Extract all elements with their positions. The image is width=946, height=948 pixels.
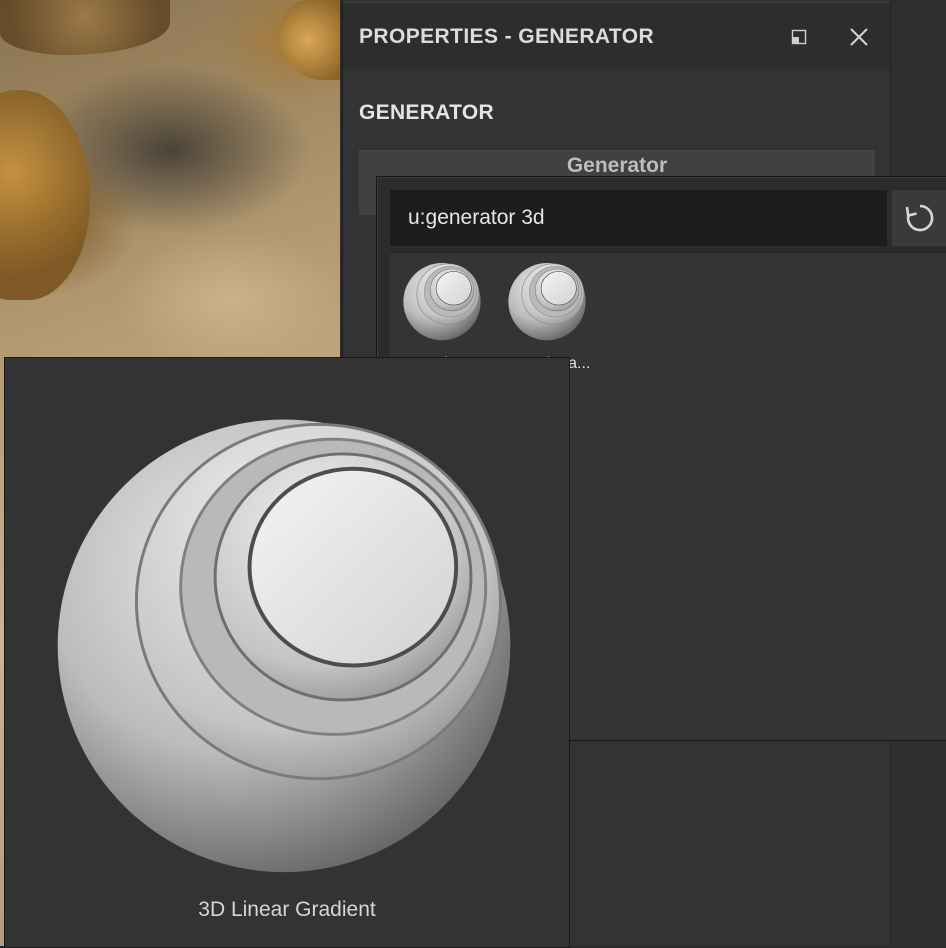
- refresh-icon: [905, 204, 933, 232]
- float-window-button[interactable]: [785, 23, 813, 51]
- generator-field-label: Generator: [566, 154, 668, 177]
- material-ball-icon: [505, 258, 589, 342]
- panel-title: PROPERTIES - GENERATOR: [359, 25, 655, 48]
- viewport-rock: [280, 0, 340, 80]
- section-title: GENERATOR: [359, 101, 494, 124]
- viewport-rock: [0, 90, 90, 300]
- material-ball-icon: [38, 390, 530, 882]
- preview-label: 3D Linear Gradient: [198, 898, 376, 921]
- search-value: u:generator 3d: [408, 206, 545, 229]
- close-button[interactable]: [845, 23, 873, 51]
- close-icon: [850, 28, 868, 46]
- viewport-rock: [0, 0, 170, 55]
- float-window-icon: [791, 29, 807, 45]
- search-input[interactable]: u:generator 3d: [390, 190, 887, 246]
- refresh-button[interactable]: [892, 190, 946, 246]
- panel-header: PROPERTIES - GENERATOR: [343, 2, 891, 69]
- material-ball-icon: [400, 258, 484, 342]
- result-item-3d-distance[interactable]: 3D Dista...: [400, 258, 486, 370]
- preview-tooltip: 3D Linear Gradient: [4, 357, 570, 948]
- result-item-3d-linear[interactable]: 3D Linea...: [505, 258, 591, 370]
